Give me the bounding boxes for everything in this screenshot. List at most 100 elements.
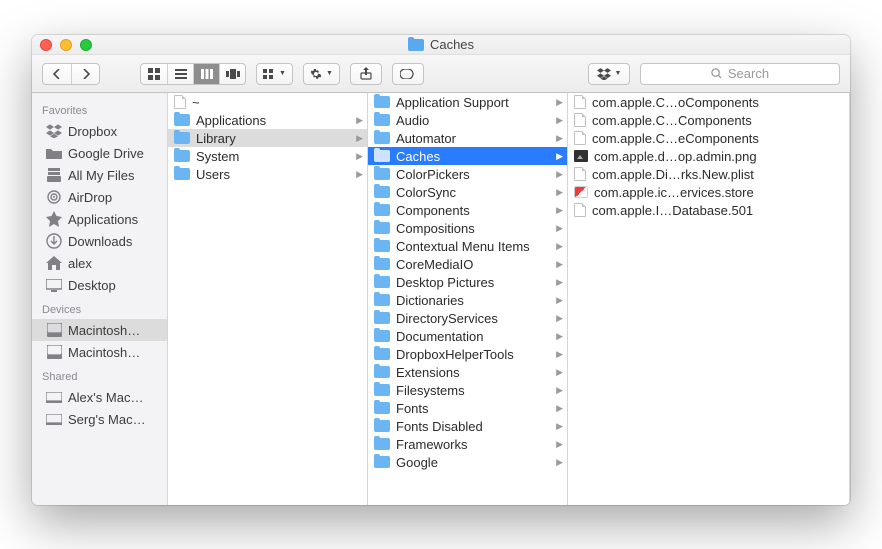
view-cover-button[interactable] — [219, 64, 245, 84]
chevron-right-icon: ▶ — [556, 241, 563, 252]
list-item-label: Application Support — [396, 95, 551, 110]
sidebar-header: Shared — [32, 363, 167, 386]
list-item-label: Compositions — [396, 221, 551, 236]
sidebar-item[interactable]: Downloads — [32, 230, 167, 252]
sidebar-item[interactable]: Applications — [32, 208, 167, 230]
sidebar-item[interactable]: All My Files — [32, 164, 167, 186]
column-3[interactable]: com.apple.C…oComponents com.apple.C…Compo… — [568, 93, 850, 505]
dropbox-toolbar-button[interactable]: ▼ — [588, 63, 630, 85]
list-item[interactable]: Documentation▶ — [368, 327, 567, 345]
tags-button[interactable] — [392, 63, 424, 85]
column-2[interactable]: Application Support▶Audio▶Automator▶Cach… — [368, 93, 568, 505]
list-item[interactable]: Frameworks▶ — [368, 435, 567, 453]
sidebar-item[interactable]: Dropbox — [32, 120, 167, 142]
list-item[interactable]: Applications▶ — [168, 111, 367, 129]
nav-buttons — [42, 63, 100, 85]
list-item[interactable]: com.apple.ic…ervices.store — [568, 183, 849, 201]
list-item[interactable]: Filesystems▶ — [368, 381, 567, 399]
column-1[interactable]: ~Applications▶Library▶ System ▶ Users ▶ — [168, 93, 368, 505]
chevron-right-icon: ▶ — [556, 169, 563, 180]
list-item-label: System — [196, 149, 351, 164]
list-item[interactable]: Caches▶ — [368, 147, 567, 165]
sidebar-item[interactable]: Google Drive — [32, 142, 167, 164]
chevron-right-icon: ▶ — [556, 457, 563, 468]
list-item-label: ~ — [192, 95, 351, 110]
list-item[interactable]: com.apple.C…eComponents — [568, 129, 849, 147]
view-column-button[interactable] — [193, 64, 219, 84]
title-text: Caches — [430, 37, 474, 52]
list-item-label: Users — [196, 167, 351, 182]
folder-icon — [374, 312, 390, 324]
list-item[interactable]: System ▶ — [168, 147, 367, 165]
list-item-label: DropboxHelperTools — [396, 347, 551, 362]
back-button[interactable] — [43, 64, 71, 84]
all-files-icon — [46, 167, 62, 183]
list-item[interactable]: Application Support▶ — [368, 93, 567, 111]
folder-icon — [374, 240, 390, 252]
sidebar-item-label: Macintosh… — [68, 345, 140, 360]
list-item[interactable]: Extensions▶ — [368, 363, 567, 381]
chevron-right-icon: ▶ — [356, 151, 363, 162]
sidebar-header: Devices — [32, 296, 167, 319]
titlebar: Caches — [32, 35, 850, 55]
sidebar-item[interactable]: Serg's Mac… — [32, 408, 167, 430]
action-menu-button[interactable]: ▼ — [303, 63, 340, 85]
sidebar-item[interactable]: Macintosh… — [32, 341, 167, 363]
list-item[interactable]: DropboxHelperTools▶ — [368, 345, 567, 363]
list-item[interactable]: Automator▶ — [368, 129, 567, 147]
sidebar-item[interactable]: AirDrop — [32, 186, 167, 208]
chevron-right-icon: ▶ — [356, 169, 363, 180]
home-icon — [46, 255, 62, 271]
document-icon — [574, 131, 586, 145]
list-item[interactable]: com.apple.Di…rks.New.plist — [568, 165, 849, 183]
list-item-label: com.apple.Di…rks.New.plist — [592, 167, 833, 182]
list-item[interactable]: Users ▶ — [168, 165, 367, 183]
list-item[interactable]: Fonts Disabled▶ — [368, 417, 567, 435]
sidebar-item[interactable]: Alex's Mac… — [32, 386, 167, 408]
list-item[interactable]: Dictionaries▶ — [368, 291, 567, 309]
search-input[interactable]: Search — [640, 63, 840, 85]
list-item[interactable]: Library▶ — [168, 129, 367, 147]
list-item[interactable]: DirectoryServices▶ — [368, 309, 567, 327]
sidebar-item[interactable]: alex — [32, 252, 167, 274]
chevron-right-icon: ▶ — [556, 205, 563, 216]
zoom-button[interactable] — [80, 39, 92, 51]
chevron-right-icon: ▶ — [556, 385, 563, 396]
disk-icon — [46, 344, 62, 360]
list-item[interactable]: com.apple.C…oComponents — [568, 93, 849, 111]
list-item-label: com.apple.d…op.admin.png — [594, 149, 833, 164]
list-item[interactable]: Components▶ — [368, 201, 567, 219]
arrange-button[interactable]: ▼ — [256, 63, 293, 85]
list-item[interactable]: com.apple.I…Database.501 — [568, 201, 849, 219]
sidebar-item[interactable]: Macintosh… — [32, 319, 167, 341]
chevron-down-icon: ▼ — [279, 70, 286, 77]
sidebar-item[interactable]: Desktop — [32, 274, 167, 296]
list-item[interactable]: ColorPickers▶ — [368, 165, 567, 183]
list-item[interactable]: com.apple.d…op.admin.png — [568, 147, 849, 165]
list-item[interactable]: Desktop Pictures▶ — [368, 273, 567, 291]
document-icon — [574, 203, 586, 217]
list-item[interactable]: CoreMediaIO▶ — [368, 255, 567, 273]
list-item[interactable]: Compositions▶ — [368, 219, 567, 237]
column-browser: ~Applications▶Library▶ System ▶ Users ▶ Appl… — [168, 93, 850, 505]
airdrop-icon — [46, 189, 62, 205]
view-icon-button[interactable] — [141, 64, 167, 84]
store-icon — [574, 186, 588, 198]
list-item[interactable]: ~ — [168, 93, 367, 111]
list-item[interactable]: Google▶ — [368, 453, 567, 471]
list-item[interactable]: com.apple.C…Components — [568, 111, 849, 129]
list-item[interactable]: Contextual Menu Items▶ — [368, 237, 567, 255]
share-button[interactable] — [350, 63, 382, 85]
folder-icon — [374, 258, 390, 270]
close-button[interactable] — [40, 39, 52, 51]
view-list-button[interactable] — [167, 64, 193, 84]
list-item-label: Fonts — [396, 401, 551, 416]
list-item[interactable]: ColorSync▶ — [368, 183, 567, 201]
forward-button[interactable] — [71, 64, 99, 84]
disk-icon — [46, 322, 62, 338]
list-item[interactable]: Fonts▶ — [368, 399, 567, 417]
chevron-right-icon: ▶ — [556, 295, 563, 306]
list-item[interactable]: Audio▶ — [368, 111, 567, 129]
minimize-button[interactable] — [60, 39, 72, 51]
list-item-label: com.apple.C…Components — [592, 113, 833, 128]
